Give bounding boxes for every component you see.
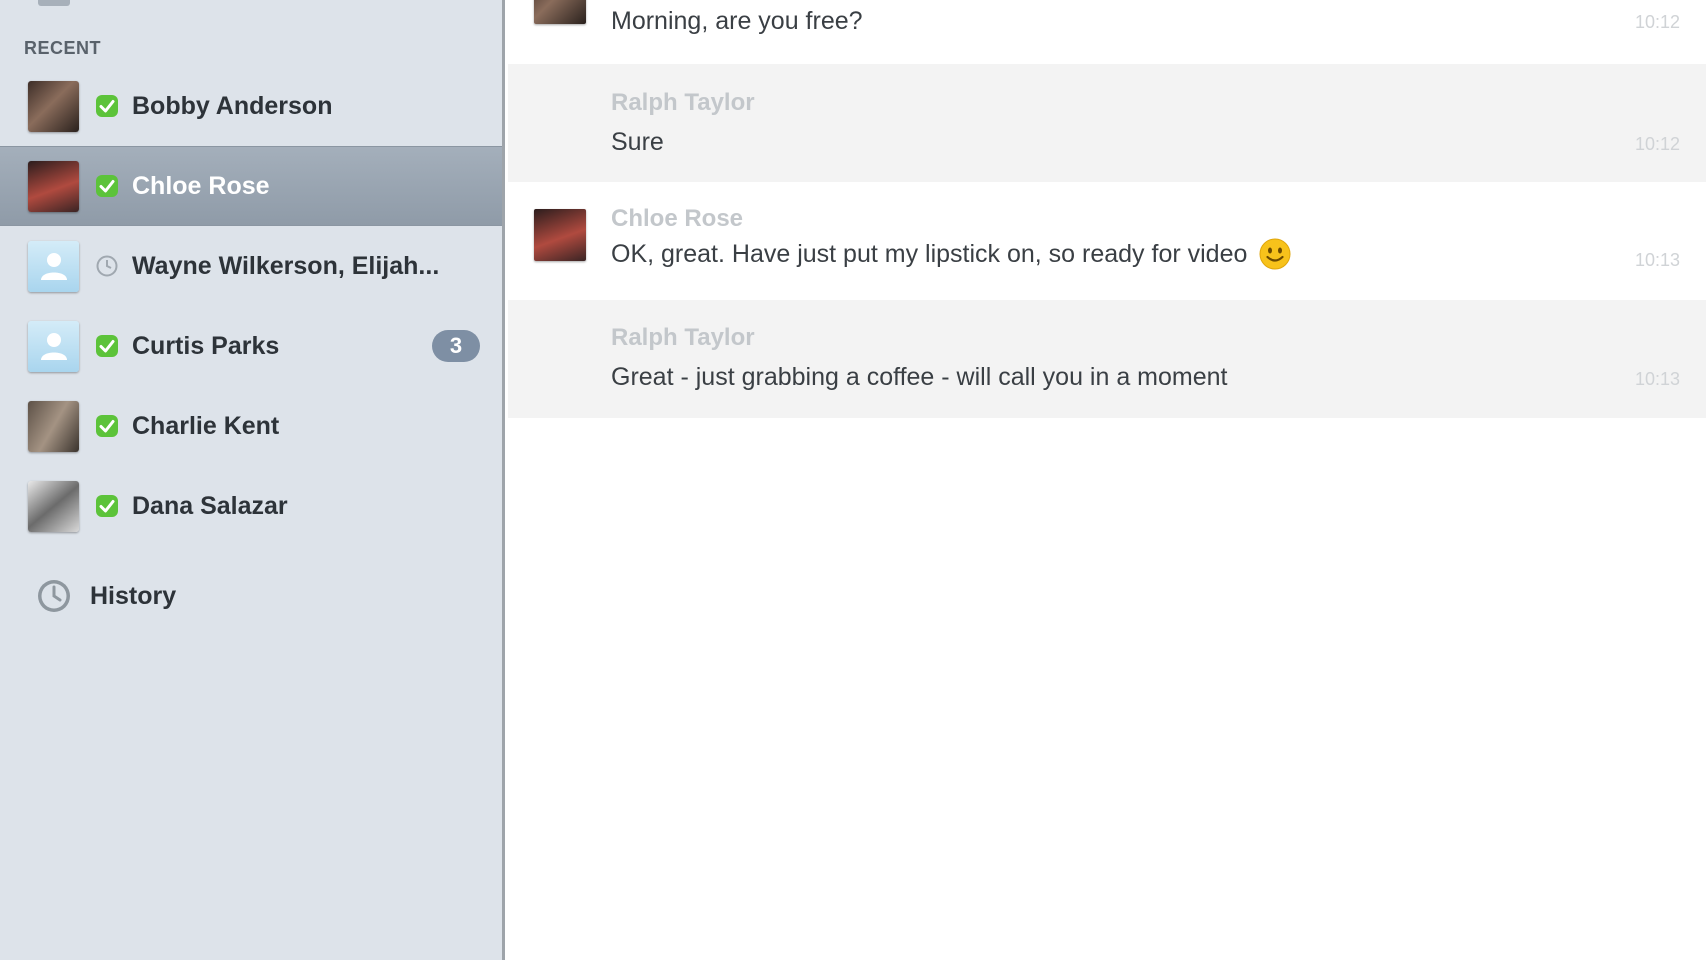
chat-panel: Morning, are you free? 10:12 Ralph Taylo…	[508, 0, 1706, 960]
message-sender: Chloe Rose	[611, 205, 744, 232]
message-row: Chloe Rose OK, great. Have just put my l…	[508, 182, 1706, 300]
contact-name: Charlie Kent	[132, 411, 280, 440]
message-text: Sure	[611, 128, 664, 156]
contact-name: Bobby Anderson	[132, 91, 333, 120]
avatar	[28, 80, 79, 132]
message-time: 10:13	[1634, 250, 1680, 270]
history-clock-icon	[38, 580, 70, 612]
recent-section-label: RECENT	[24, 38, 102, 58]
avatar	[28, 400, 79, 452]
message-row: Ralph Taylor Sure 10:12	[508, 64, 1706, 182]
online-status-icon	[96, 175, 118, 197]
online-status-icon	[96, 335, 118, 357]
message-row: Morning, are you free? 10:12	[508, 0, 1706, 62]
message-time: 10:12	[1634, 12, 1680, 32]
online-status-icon	[96, 495, 118, 517]
contact-bobby-anderson[interactable]: Bobby Anderson	[0, 66, 502, 146]
sender-avatar	[534, 0, 586, 24]
contact-name: Wayne Wilkerson, Elijah...	[132, 251, 440, 280]
message-text-content: OK, great. Have just put my lipstick on,…	[611, 239, 1248, 268]
online-status-icon	[96, 415, 118, 437]
unread-count-badge: 3	[432, 330, 480, 362]
avatar	[28, 480, 79, 532]
contact-curtis-parks[interactable]: Curtis Parks 3	[0, 306, 502, 386]
contact-dana-salazar[interactable]: Dana Salazar	[0, 466, 502, 546]
message-sender: Ralph Taylor	[611, 324, 755, 351]
sidebar-top-item-icon[interactable]	[38, 0, 70, 6]
contact-name: Chloe Rose	[132, 171, 270, 200]
message-sender: Ralph Taylor	[611, 89, 755, 116]
message-row: Ralph Taylor Great - just grabbing a cof…	[508, 300, 1706, 418]
avatar	[28, 160, 79, 212]
contact-name: Curtis Parks	[132, 331, 280, 360]
contact-name: Dana Salazar	[132, 491, 288, 520]
history-item[interactable]: History	[36, 578, 176, 614]
message-time: 10:13	[1634, 369, 1680, 389]
contact-chloe-rose[interactable]: Chloe Rose	[0, 146, 502, 226]
message-time: 10:12	[1634, 134, 1680, 154]
message-text: Great - just grabbing a coffee - will ca…	[611, 363, 1228, 391]
message-text: Morning, are you free?	[611, 7, 863, 35]
group-clock-status-icon	[96, 255, 118, 277]
avatar	[28, 320, 79, 372]
contact-wayne-wilkerson-group[interactable]: Wayne Wilkerson, Elijah...	[0, 226, 502, 306]
contact-charlie-kent[interactable]: Charlie Kent	[0, 386, 502, 466]
history-label: History	[90, 581, 177, 610]
online-status-icon	[96, 95, 118, 117]
contacts-sidebar: RECENT Bobby Anderson Chloe Rose Wayne W…	[0, 0, 505, 960]
smiley-icon	[1259, 238, 1291, 270]
message-text: OK, great. Have just put my lipstick on,…	[611, 238, 1291, 270]
sender-avatar	[534, 209, 586, 261]
group-avatar	[28, 240, 79, 292]
